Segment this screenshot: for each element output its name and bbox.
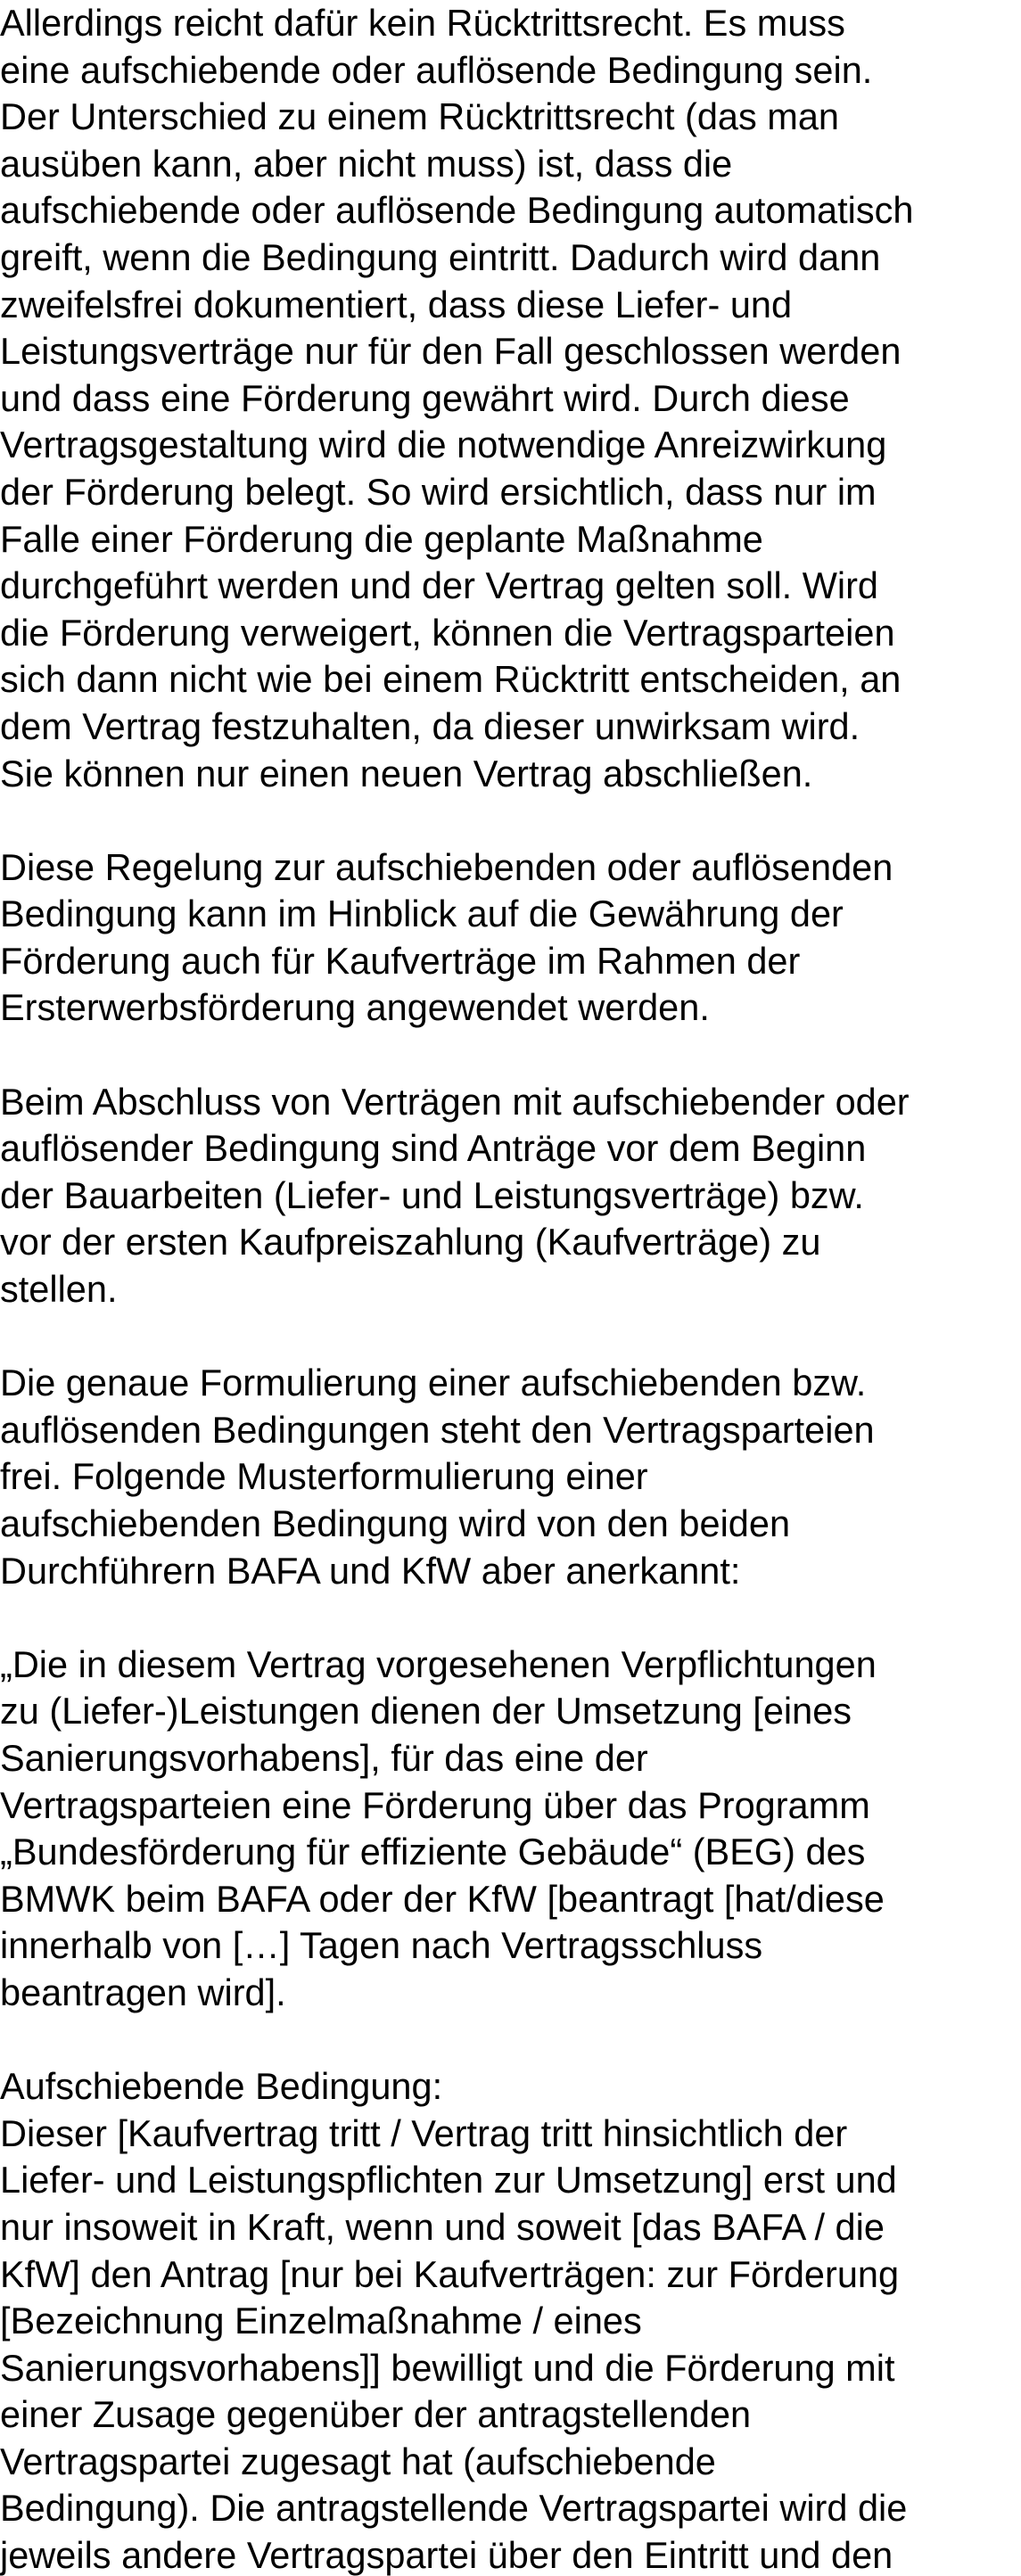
paragraph: Aufschiebende Bedingung: Dieser [Kaufvert… bbox=[0, 2063, 1021, 2576]
text-line: durchgeführt werden und der Vertrag gelt… bbox=[0, 564, 879, 607]
text-line: eine aufschiebende oder auflösende Bedin… bbox=[0, 48, 873, 91]
text-line: Allerdings reicht dafür kein Rücktrittsr… bbox=[0, 2, 845, 44]
text-line: Leistungsverträge nur für den Fall gesch… bbox=[0, 330, 902, 373]
text-line: nur insoweit in Kraft, wenn und soweit [… bbox=[0, 2205, 885, 2248]
text-line: beantragen wird]. bbox=[0, 1971, 286, 2013]
text-line: Bedingung kann im Hinblick auf die Gewäh… bbox=[0, 893, 844, 935]
text-line: aufschiebenden Bedingung wird von den be… bbox=[0, 1502, 791, 1544]
text-line: einer Zusage gegenüber der antragstellen… bbox=[0, 2393, 752, 2436]
text-line: der Bauarbeiten (Liefer- und Leistungsve… bbox=[0, 1173, 864, 1216]
text-line: Sie können nur einen neuen Vertrag absch… bbox=[0, 752, 813, 794]
text-line: der Förderung belegt. So wird ersichtlic… bbox=[0, 470, 877, 513]
text-line: BMWK beim BAFA oder der KfW [beantragt [… bbox=[0, 1877, 885, 1920]
text-line: Dieser [Kaufvertrag tritt / Vertrag trit… bbox=[0, 2111, 848, 2154]
text-line: Förderung auch für Kaufverträge im Rahme… bbox=[0, 939, 801, 982]
text-line: und dass eine Förderung gewährt wird. Du… bbox=[0, 376, 850, 419]
paragraph: Die genaue Formulierung einer aufschiebe… bbox=[0, 1360, 1021, 1594]
document-body: Allerdings reicht dafür kein Rücktrittsr… bbox=[0, 0, 1021, 2576]
text-line: vor der ersten Kaufpreiszahlung (Kaufver… bbox=[0, 1221, 821, 1263]
text-line: Aufschiebende Bedingung: bbox=[0, 2065, 443, 2108]
text-line: Vertragsgestaltung wird die notwendige A… bbox=[0, 424, 887, 466]
text-line: Vertragsparteien eine Förderung über das… bbox=[0, 1783, 870, 1826]
text-line: Vertragspartei zugesagt hat (aufschieben… bbox=[0, 2440, 716, 2482]
text-line: Diese Regelung zur aufschiebenden oder a… bbox=[0, 845, 893, 888]
text-line: Die genaue Formulierung einer aufschiebe… bbox=[0, 1362, 867, 1404]
text-line: KfW] den Antrag [nur bei Kaufverträgen: … bbox=[0, 2252, 900, 2295]
text-line: „Die in diesem Vertrag vorgesehenen Verp… bbox=[0, 1642, 877, 1685]
text-line: Sanierungsvorhabens]] bewilligt und die … bbox=[0, 2346, 895, 2389]
text-line: greift, wenn die Bedingung eintritt. Dad… bbox=[0, 235, 881, 278]
text-line: frei. Folgende Musterformulierung einer bbox=[0, 1455, 648, 1498]
text-line: ausüben kann, aber nicht muss) ist, dass… bbox=[0, 142, 733, 185]
text-line: sich dann nicht wie bei einem Rücktritt … bbox=[0, 658, 902, 701]
paragraph: Allerdings reicht dafür kein Rücktrittsr… bbox=[0, 0, 1021, 797]
document-page: Allerdings reicht dafür kein Rücktrittsr… bbox=[0, 0, 1021, 2576]
text-line: jeweils andere Vertragspartei über den E… bbox=[0, 2534, 893, 2576]
text-line: Bedingung). Die antragstellende Vertrags… bbox=[0, 2487, 908, 2530]
text-line: innerhalb von […] Tagen nach Vertragssch… bbox=[0, 1924, 763, 1967]
text-line: aufschiebende oder auflösende Bedingung … bbox=[0, 189, 914, 232]
text-line: Der Unterschied zu einem Rücktrittsrecht… bbox=[0, 95, 840, 138]
text-line: stellen. bbox=[0, 1268, 118, 1311]
paragraph: „Die in diesem Vertrag vorgesehenen Verp… bbox=[0, 1642, 1021, 2017]
text-line: Falle einer Förderung die geplante Maßna… bbox=[0, 517, 763, 560]
text-line: zweifelsfrei dokumentiert, dass diese Li… bbox=[0, 283, 793, 325]
text-line: auflösenden Bedingungen steht den Vertra… bbox=[0, 1408, 875, 1451]
text-line: „Bundesförderung für effiziente Gebäude“… bbox=[0, 1831, 866, 1873]
text-line: Sanierungsvorhabens], für das eine der bbox=[0, 1736, 648, 1779]
text-line: Beim Abschluss von Verträgen mit aufschi… bbox=[0, 1080, 910, 1123]
text-line: auflösender Bedingung sind Anträge vor d… bbox=[0, 1127, 867, 1170]
text-line: Durchführern BAFA und KfW aber anerkannt… bbox=[0, 1549, 741, 1592]
text-line: zu (Liefer-)Leistungen dienen der Umsetz… bbox=[0, 1690, 852, 1732]
text-line: Liefer- und Leistungspflichten zur Umset… bbox=[0, 2159, 897, 2202]
text-line: [Bezeichnung Einzelmaßnahme / eines bbox=[0, 2300, 642, 2342]
text-line: Ersterwerbsförderung angewendet werden. bbox=[0, 986, 710, 1029]
text-line: dem Vertrag festzuhalten, da dieser unwi… bbox=[0, 704, 860, 747]
text-line: die Förderung verweigert, können die Ver… bbox=[0, 611, 895, 654]
paragraph: Diese Regelung zur aufschiebenden oder a… bbox=[0, 844, 1021, 1032]
paragraph: Beim Abschluss von Verträgen mit aufschi… bbox=[0, 1079, 1021, 1313]
